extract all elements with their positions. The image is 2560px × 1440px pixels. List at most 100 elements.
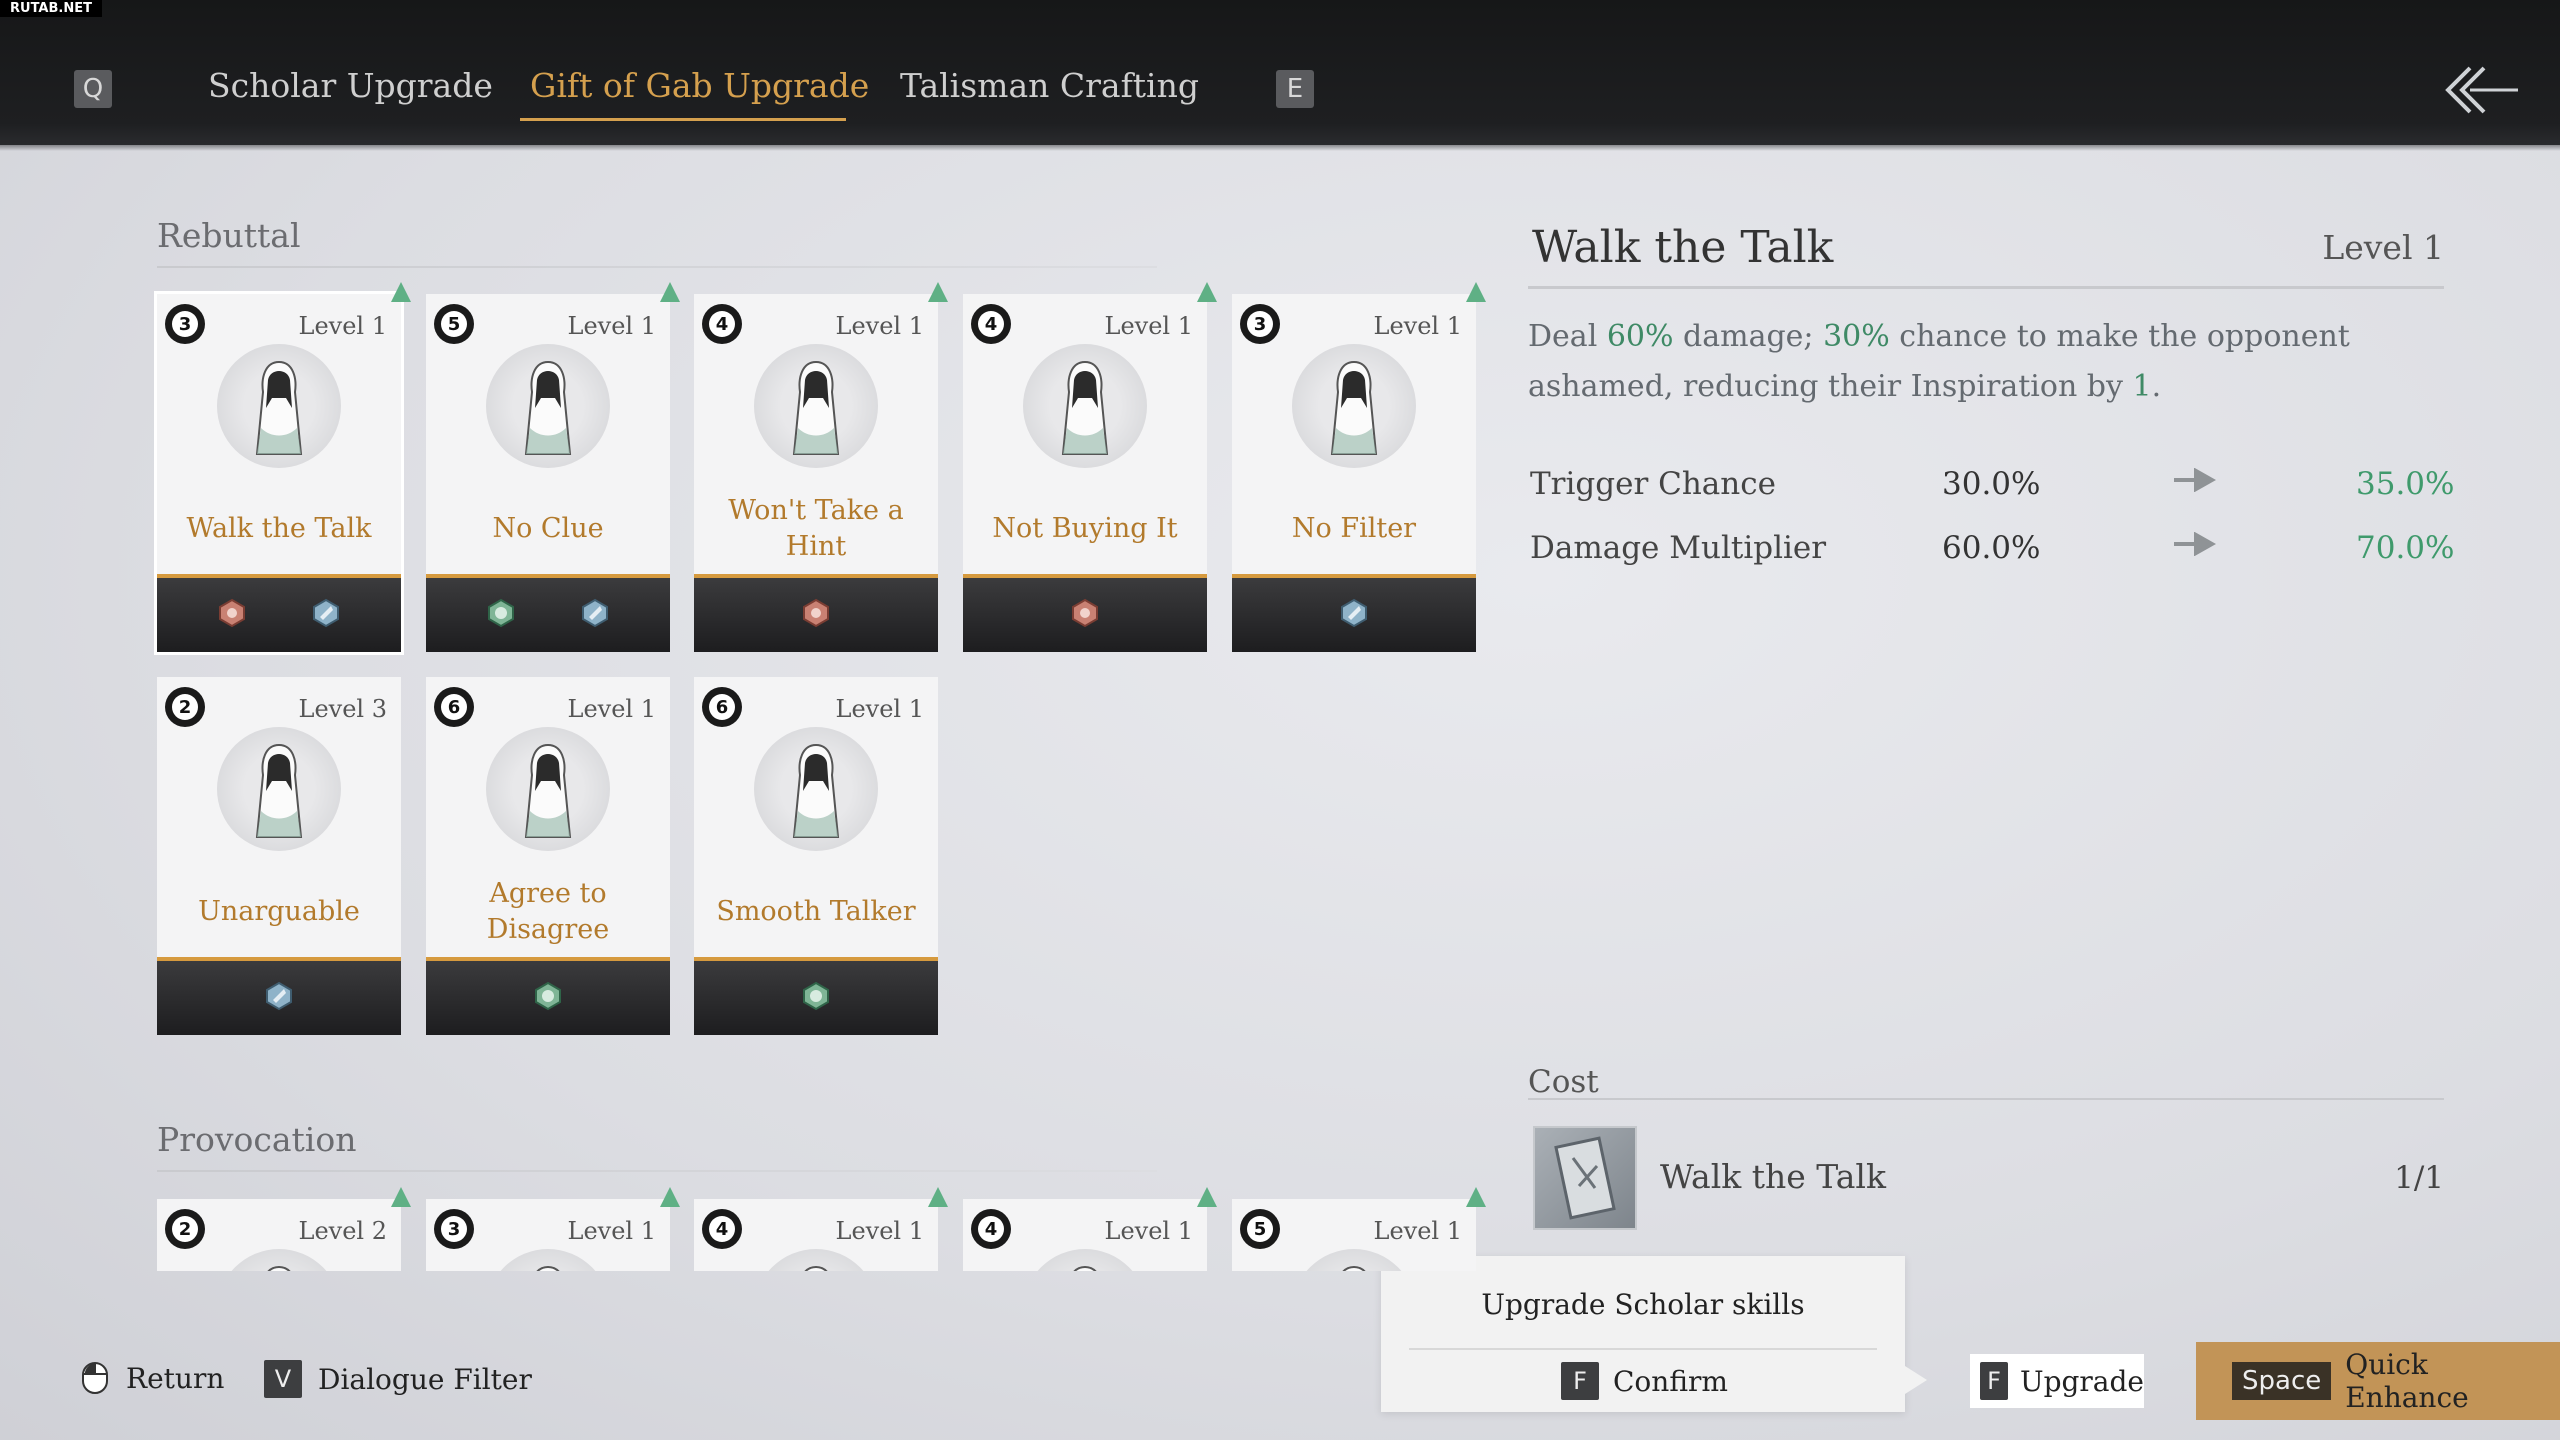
dialogue-filter-hint[interactable]: V Dialogue Filter xyxy=(264,1360,532,1398)
stat-next-trigger-chance: 35.0% xyxy=(2356,466,2455,502)
cost-badge: 5 xyxy=(434,304,474,344)
green-gem-icon xyxy=(533,981,563,1015)
cost-value: 2 xyxy=(172,1216,198,1242)
card-gem-slots xyxy=(694,578,938,652)
card-name: Agree to Disagree xyxy=(486,878,610,945)
tab-talisman-crafting[interactable]: Talisman Crafting xyxy=(900,66,1199,105)
next-tab-key[interactable]: E xyxy=(1276,70,1314,108)
cost-item-scroll-icon xyxy=(1533,1126,1637,1230)
blue-gem-icon xyxy=(264,981,294,1015)
desc-value: 1 xyxy=(2132,369,2152,404)
cost-badge: 4 xyxy=(971,1209,1011,1249)
upgrade-available-icon xyxy=(1197,282,1217,302)
detail-title: Walk the Talk xyxy=(1532,222,1834,273)
skill-card[interactable]: 3 Level 1 xyxy=(426,1199,670,1271)
card-level: Level 1 xyxy=(1373,1217,1462,1245)
upgrade-available-icon xyxy=(660,282,680,302)
arrow-right-icon xyxy=(2174,532,2216,556)
stat-current-damage-multiplier: 60.0% xyxy=(1942,530,2041,566)
back-arrow-icon[interactable] xyxy=(2440,60,2520,120)
skill-card[interactable]: 6 Level 1 Agree to Disagree xyxy=(426,677,670,1035)
green-gem-icon xyxy=(486,598,516,632)
stat-label-damage-multiplier: Damage Multiplier xyxy=(1530,530,1827,566)
section-title-rebuttal: Rebuttal xyxy=(157,216,301,255)
cost-value: 3 xyxy=(441,1216,467,1242)
character-portrait xyxy=(754,1249,878,1271)
desc-value: 30% xyxy=(1823,319,1890,354)
cost-value: 5 xyxy=(441,311,467,337)
skill-card[interactable]: 2 Level 2 xyxy=(157,1199,401,1271)
card-gem-slots xyxy=(963,578,1207,652)
confirm-button[interactable]: F Confirm xyxy=(1561,1362,1728,1400)
card-name: Smooth Talker xyxy=(716,896,916,927)
skill-card[interactable]: 2 Level 3 Unarguable xyxy=(157,677,401,1035)
card-level: Level 1 xyxy=(567,1217,656,1245)
card-name: No Clue xyxy=(492,513,604,544)
desc-text: Deal xyxy=(1528,319,1607,354)
cost-divider xyxy=(1528,1098,2444,1100)
desc-value: 60% xyxy=(1606,319,1674,354)
tab-scholar-upgrade[interactable]: Scholar Upgrade xyxy=(208,66,493,105)
cost-value: 4 xyxy=(978,1216,1004,1242)
skill-card[interactable]: 3 Level 1 Walk the Talk xyxy=(154,291,404,655)
section-title-provocation: Provocation xyxy=(157,1120,357,1159)
cost-badge: 4 xyxy=(971,304,1011,344)
upgrade-available-icon xyxy=(1466,1187,1486,1207)
detail-level: Level 1 xyxy=(2322,228,2444,267)
cost-value: 5 xyxy=(1247,1216,1273,1242)
card-name: No Filter xyxy=(1291,513,1417,544)
cost-value: 6 xyxy=(709,694,735,720)
skill-card[interactable]: 3 Level 1 No Filter xyxy=(1232,294,1476,652)
card-gem-slots xyxy=(426,578,670,652)
card-level: Level 1 xyxy=(835,695,924,723)
upgrade-tooltip-popup: Upgrade Scholar skills F Confirm xyxy=(1381,1256,1927,1412)
upgrade-available-icon xyxy=(391,1187,411,1207)
upgrade-available-icon xyxy=(1197,1187,1217,1207)
skill-card[interactable]: 5 Level 1 No Clue xyxy=(426,294,670,652)
detail-divider xyxy=(1528,286,2444,289)
card-level: Level 1 xyxy=(567,312,656,340)
tab-gift-of-gab-upgrade[interactable]: Gift of Gab Upgrade xyxy=(530,66,869,105)
character-portrait xyxy=(217,1249,341,1271)
card-level: Level 2 xyxy=(298,1217,387,1245)
card-level: Level 1 xyxy=(567,695,656,723)
skill-card[interactable]: 4 Level 1 Not Buying It xyxy=(963,294,1207,652)
arrow-right-icon xyxy=(2174,468,2216,492)
skill-card[interactable]: 4 Level 1 xyxy=(694,1199,938,1271)
desc-text: damage; xyxy=(1673,319,1824,354)
skill-card[interactable]: 4 Level 1 xyxy=(963,1199,1207,1271)
blue-gem-icon xyxy=(580,598,610,632)
character-portrait xyxy=(1023,344,1147,468)
mouse-icon xyxy=(82,1362,108,1394)
cost-badge: 3 xyxy=(1240,304,1280,344)
cost-badge: 6 xyxy=(702,687,742,727)
upgrade-button[interactable]: F Upgrade xyxy=(1970,1354,2144,1408)
cost-badge: 2 xyxy=(165,1209,205,1249)
upgrade-available-icon xyxy=(660,1187,680,1207)
skill-card[interactable]: 4 Level 1 Won't Take a Hint xyxy=(694,294,938,652)
desc-text: . xyxy=(2151,369,2162,404)
cost-badge: 3 xyxy=(165,304,205,344)
cost-value: 3 xyxy=(1247,311,1273,337)
skill-card[interactable]: 5 Level 1 xyxy=(1232,1199,1476,1271)
cost-item-name: Walk the Talk xyxy=(1660,1157,1886,1196)
card-name: Walk the Talk xyxy=(186,513,372,544)
section-divider xyxy=(157,266,1157,268)
top-nav-bar: RUTAB.NET Q Scholar Upgrade Gift of Gab … xyxy=(0,0,2560,151)
stat-next-damage-multiplier: 70.0% xyxy=(2356,530,2455,566)
card-level: Level 1 xyxy=(298,312,387,340)
stat-current-trigger-chance: 30.0% xyxy=(1942,466,2041,502)
upgrade-available-icon xyxy=(928,282,948,302)
quick-enhance-button[interactable]: Space Quick Enhance xyxy=(2196,1342,2560,1420)
card-level: Level 1 xyxy=(835,1217,924,1245)
blue-gem-icon xyxy=(311,598,341,632)
skill-card[interactable]: 6 Level 1 Smooth Talker xyxy=(694,677,938,1035)
prev-tab-key[interactable]: Q xyxy=(74,70,112,108)
upgrade-label: Upgrade xyxy=(2019,1364,2144,1398)
cost-item-quantity: 1/1 xyxy=(2394,1160,2444,1196)
green-gem-icon xyxy=(801,981,831,1015)
card-gem-slots xyxy=(694,961,938,1035)
upgrade-available-icon xyxy=(928,1187,948,1207)
return-hint[interactable]: Return xyxy=(80,1360,224,1396)
stat-label-trigger-chance: Trigger Chance xyxy=(1530,466,1776,502)
